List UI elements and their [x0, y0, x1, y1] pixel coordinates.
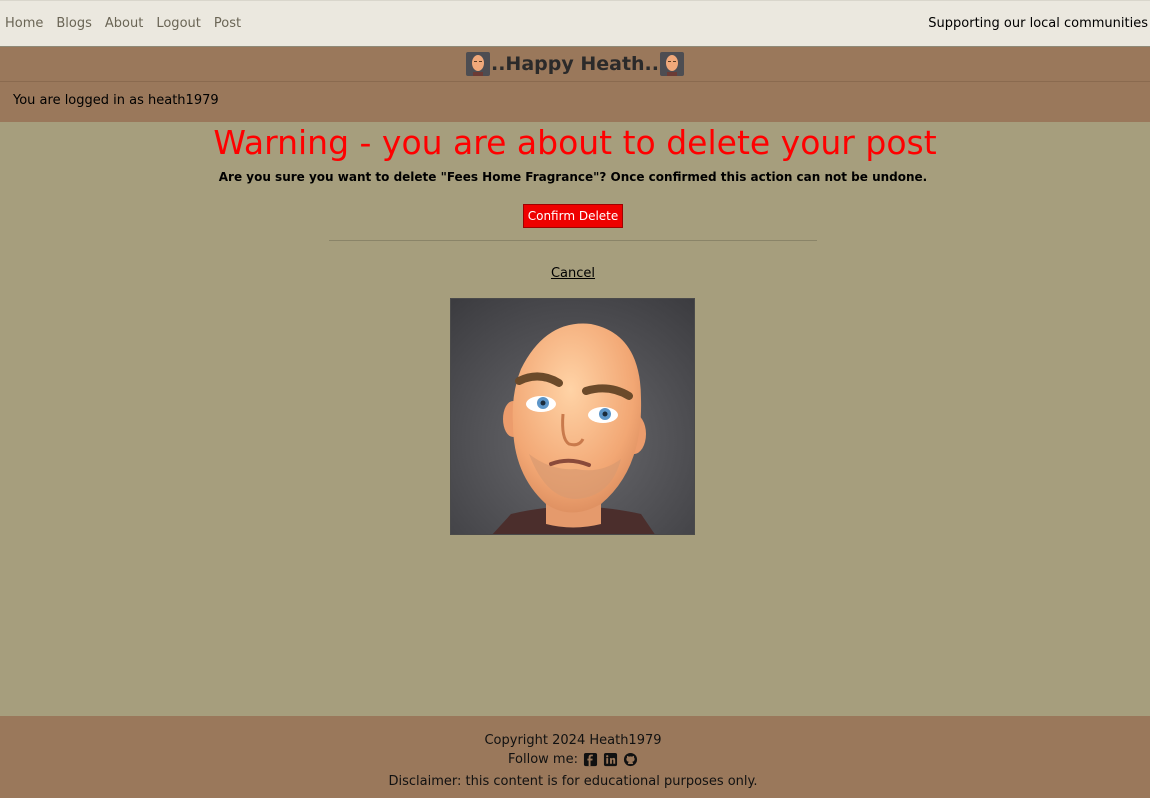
divider	[329, 240, 817, 241]
facebook-icon[interactable]	[583, 752, 598, 767]
github-icon[interactable]	[623, 752, 638, 767]
avatar-image	[450, 298, 695, 535]
nav-link-post[interactable]: Post	[214, 16, 241, 31]
follow-row: Follow me:	[0, 752, 1146, 767]
nav-links: Home Blogs About Logout Post	[5, 16, 254, 31]
nav-link-about[interactable]: About	[105, 16, 143, 31]
linkedin-icon[interactable]	[603, 752, 618, 767]
logged-in-text: You are logged in as heath1979	[13, 93, 219, 108]
avatar-icon-right	[660, 52, 684, 76]
site-tagline: Supporting our local communities	[928, 16, 1148, 31]
nav-link-blogs[interactable]: Blogs	[56, 16, 92, 31]
nav-link-home[interactable]: Home	[5, 16, 43, 31]
cancel-link-row: Cancel	[0, 266, 1146, 281]
disclaimer-text: Disclaimer: this content is for educatio…	[388, 774, 758, 789]
confirm-delete-button[interactable]: Confirm Delete	[523, 204, 623, 228]
top-navbar: Home Blogs About Logout Post Supporting …	[0, 0, 1150, 47]
site-title: ..Happy Heath..	[490, 53, 659, 75]
avatar-icon-left	[465, 52, 490, 76]
confirm-message: Are you sure you want to delete "Fees Ho…	[218, 170, 928, 184]
login-status-bar: You are logged in as heath1979	[0, 82, 1150, 122]
copyright-text: Copyright 2024 Heath1979	[484, 733, 662, 748]
follow-label: Follow me:	[508, 752, 578, 767]
brand-header: ..Happy Heath..	[0, 47, 1150, 82]
nav-link-logout[interactable]: Logout	[156, 16, 201, 31]
cancel-link[interactable]: Cancel	[551, 266, 595, 281]
site-footer: Copyright 2024 Heath1979 Follow me: Disc…	[0, 716, 1150, 798]
warning-heading: Warning - you are about to delete your p…	[213, 123, 937, 162]
